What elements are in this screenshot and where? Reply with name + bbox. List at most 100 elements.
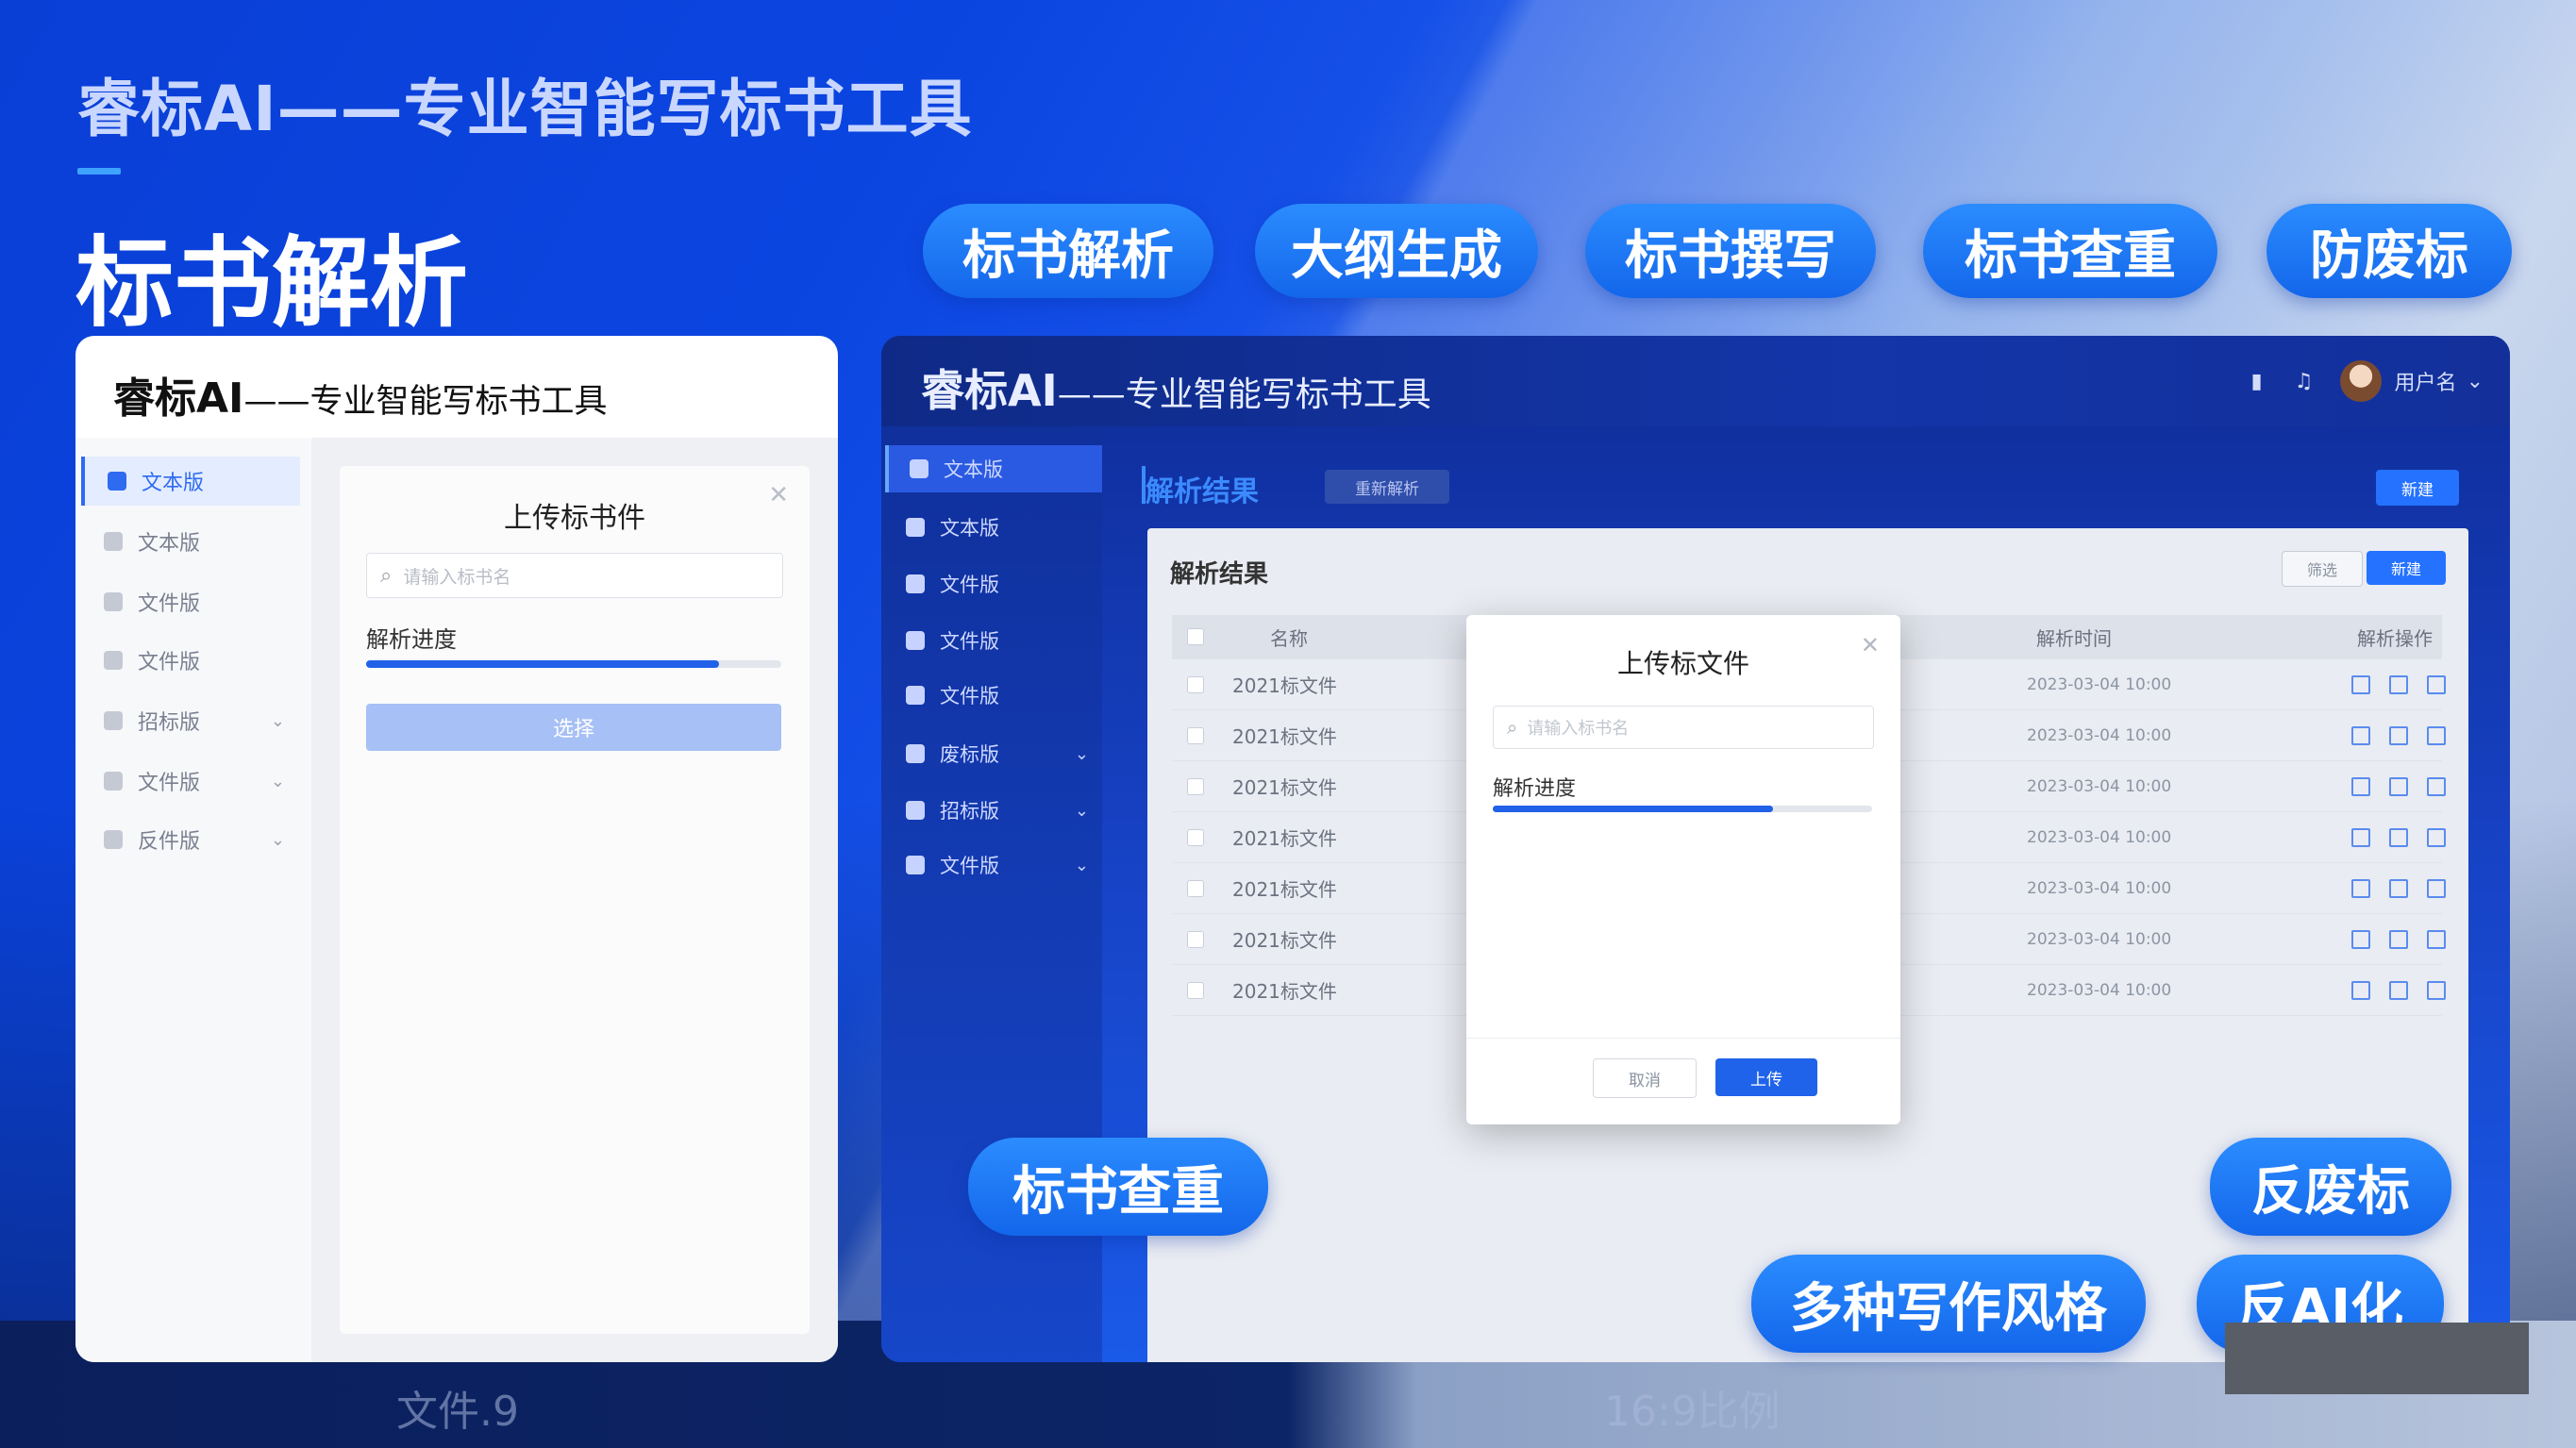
modal-progress-bar bbox=[1493, 806, 1872, 812]
view-icon[interactable] bbox=[2351, 980, 2370, 1000]
chevron-down-icon[interactable]: ⌄ bbox=[271, 711, 285, 731]
table-icon[interactable] bbox=[2389, 674, 2408, 694]
delete-icon[interactable] bbox=[2427, 725, 2446, 745]
upload-modal: 上传标文件 ✕ ⌕ 请输入标书名 解析进度 取消 上传 bbox=[1466, 615, 1900, 1124]
right-sidebar-item[interactable]: 文件版 bbox=[885, 672, 1098, 719]
right-sidebar-item[interactable]: 招标版 ⌄ bbox=[885, 787, 1098, 834]
table-icon[interactable] bbox=[2389, 725, 2408, 745]
chevron-down-icon[interactable]: ⌄ bbox=[271, 830, 285, 850]
row-time: 2023-03-04 10:00 bbox=[2027, 929, 2172, 949]
row-checkbox[interactable] bbox=[1187, 812, 1204, 862]
delete-icon[interactable] bbox=[2427, 980, 2446, 1000]
chevron-down-icon[interactable]: ⌄ bbox=[1075, 801, 1089, 821]
row-checkbox[interactable] bbox=[1187, 710, 1204, 760]
left-sidebar-label: 反件版 bbox=[138, 830, 201, 854]
delete-icon[interactable] bbox=[2427, 929, 2446, 949]
table-icon[interactable] bbox=[2389, 929, 2408, 949]
chevron-down-icon[interactable]: ⌄ bbox=[2467, 370, 2484, 393]
right-app-brand-suffix: ——专业智能写标书工具 bbox=[1057, 375, 1431, 414]
row-time: 2023-03-04 10:00 bbox=[2027, 674, 2172, 694]
cancel-button[interactable]: 取消 bbox=[1593, 1058, 1697, 1098]
search-input[interactable]: ⌕ 请输入标书名 bbox=[366, 553, 783, 598]
pill-duplicate-check[interactable]: 标书查重 bbox=[1923, 204, 2217, 298]
create-button[interactable]: 新建 bbox=[2367, 551, 2446, 585]
upload-button[interactable]: 上传 bbox=[1715, 1058, 1817, 1096]
row-name: 2021标文件 bbox=[1232, 674, 1337, 697]
pill-writing-styles[interactable]: 多种写作风格 bbox=[1751, 1255, 2146, 1353]
left-sidebar-label: 文件版 bbox=[138, 651, 201, 674]
row-actions bbox=[2351, 659, 2465, 709]
row-time: 2023-03-04 10:00 bbox=[2027, 725, 2172, 745]
accent-bar bbox=[77, 168, 121, 175]
view-icon[interactable] bbox=[2351, 929, 2370, 949]
avatar[interactable] bbox=[2339, 360, 2382, 402]
delete-icon[interactable] bbox=[2427, 878, 2446, 898]
reparse-tag[interactable]: 重新解析 bbox=[1325, 470, 1449, 504]
modal-search-placeholder: 请输入标书名 bbox=[1527, 719, 1630, 739]
delete-icon[interactable] bbox=[2427, 674, 2446, 694]
view-icon[interactable] bbox=[2351, 674, 2370, 694]
pill-outline[interactable]: 大纲生成 bbox=[1255, 204, 1538, 298]
progress-label: 解析进度 bbox=[366, 626, 457, 653]
left-sidebar-item[interactable]: 文本版 bbox=[81, 457, 300, 506]
table-icon[interactable] bbox=[2389, 776, 2408, 796]
table-icon[interactable] bbox=[2389, 980, 2408, 1000]
left-sidebar-item[interactable]: 招标版 ⌄ bbox=[81, 696, 296, 745]
filter-button[interactable]: 筛选 bbox=[2282, 551, 2363, 587]
right-sidebar-item[interactable]: 文本版 bbox=[885, 504, 1098, 551]
pill-write[interactable]: 标书撰写 bbox=[1585, 204, 1876, 298]
chevron-down-icon[interactable]: ⌄ bbox=[271, 772, 285, 791]
row-name: 2021标文件 bbox=[1232, 776, 1337, 799]
pill-duplicate-check-overlay[interactable]: 标书查重 bbox=[968, 1138, 1268, 1236]
left-sidebar-item[interactable]: 文件版 ⌄ bbox=[81, 757, 296, 806]
new-button[interactable]: 新建 bbox=[2376, 470, 2459, 506]
search-icon: ⌕ bbox=[380, 563, 393, 588]
right-sidebar-item[interactable]: 文件版 bbox=[885, 560, 1098, 607]
col-header-time: 解析时间 bbox=[2036, 626, 2112, 650]
delete-icon[interactable] bbox=[2427, 827, 2446, 847]
pill-parse[interactable]: 标书解析 bbox=[923, 204, 1213, 298]
right-sidebar-item[interactable]: 文件版 ⌄ bbox=[885, 841, 1098, 889]
select-all-checkbox[interactable] bbox=[1187, 615, 1204, 658]
row-checkbox[interactable] bbox=[1187, 761, 1204, 811]
delete-icon[interactable] bbox=[2427, 776, 2446, 796]
right-sidebar-item[interactable]: 文本版 bbox=[885, 445, 1102, 492]
progress-bar bbox=[366, 660, 781, 668]
chevron-down-icon[interactable]: ⌄ bbox=[1075, 744, 1089, 764]
pill-anti-waste[interactable]: 防废标 bbox=[2267, 204, 2512, 298]
chevron-down-icon[interactable]: ⌄ bbox=[1075, 856, 1089, 875]
view-icon[interactable] bbox=[2351, 878, 2370, 898]
view-icon[interactable] bbox=[2351, 827, 2370, 847]
document-icon bbox=[906, 574, 925, 593]
modal-search-input[interactable]: ⌕ 请输入标书名 bbox=[1493, 706, 1874, 749]
right-sidebar-label: 文本版 bbox=[944, 458, 1003, 481]
bell-icon[interactable]: ♫ bbox=[2293, 370, 2316, 393]
pill-anti-waste-overlay[interactable]: 反废标 bbox=[2210, 1138, 2451, 1236]
left-sidebar-item[interactable]: 文件版 bbox=[81, 636, 296, 685]
left-sidebar-label: 文本版 bbox=[142, 472, 205, 495]
row-actions bbox=[2351, 761, 2465, 811]
row-checkbox[interactable] bbox=[1187, 965, 1204, 1015]
left-sidebar-item[interactable]: 反件版 ⌄ bbox=[81, 815, 296, 864]
left-app-header: 睿标AI——专业智能写标书工具 bbox=[113, 364, 607, 424]
gray-block bbox=[2225, 1323, 2529, 1394]
modal-progress-label: 解析进度 bbox=[1493, 777, 1577, 801]
row-checkbox[interactable] bbox=[1187, 914, 1204, 964]
modal-progress-fill bbox=[1493, 806, 1774, 812]
right-sidebar-item[interactable]: 废标版 ⌄ bbox=[885, 730, 1098, 777]
table-icon[interactable] bbox=[2389, 878, 2408, 898]
page-subtitle: 睿标AI——专业智能写标书工具 bbox=[77, 73, 973, 145]
row-checkbox[interactable] bbox=[1187, 863, 1204, 913]
user-name[interactable]: 用户名 bbox=[2395, 366, 2457, 396]
select-button[interactable]: 选择 bbox=[366, 704, 781, 751]
close-icon[interactable]: ✕ bbox=[1861, 632, 1880, 658]
left-sidebar-item[interactable]: 文件版 bbox=[81, 577, 296, 626]
row-checkbox[interactable] bbox=[1187, 659, 1204, 709]
table-icon[interactable] bbox=[2389, 827, 2408, 847]
close-icon[interactable]: ✕ bbox=[768, 481, 789, 509]
view-icon[interactable] bbox=[2351, 776, 2370, 796]
left-sidebar-item[interactable]: 文本版 bbox=[81, 517, 296, 566]
view-icon[interactable] bbox=[2351, 725, 2370, 745]
message-icon[interactable]: ▮ bbox=[2246, 370, 2268, 393]
right-sidebar-item[interactable]: 文件版 bbox=[885, 617, 1098, 664]
